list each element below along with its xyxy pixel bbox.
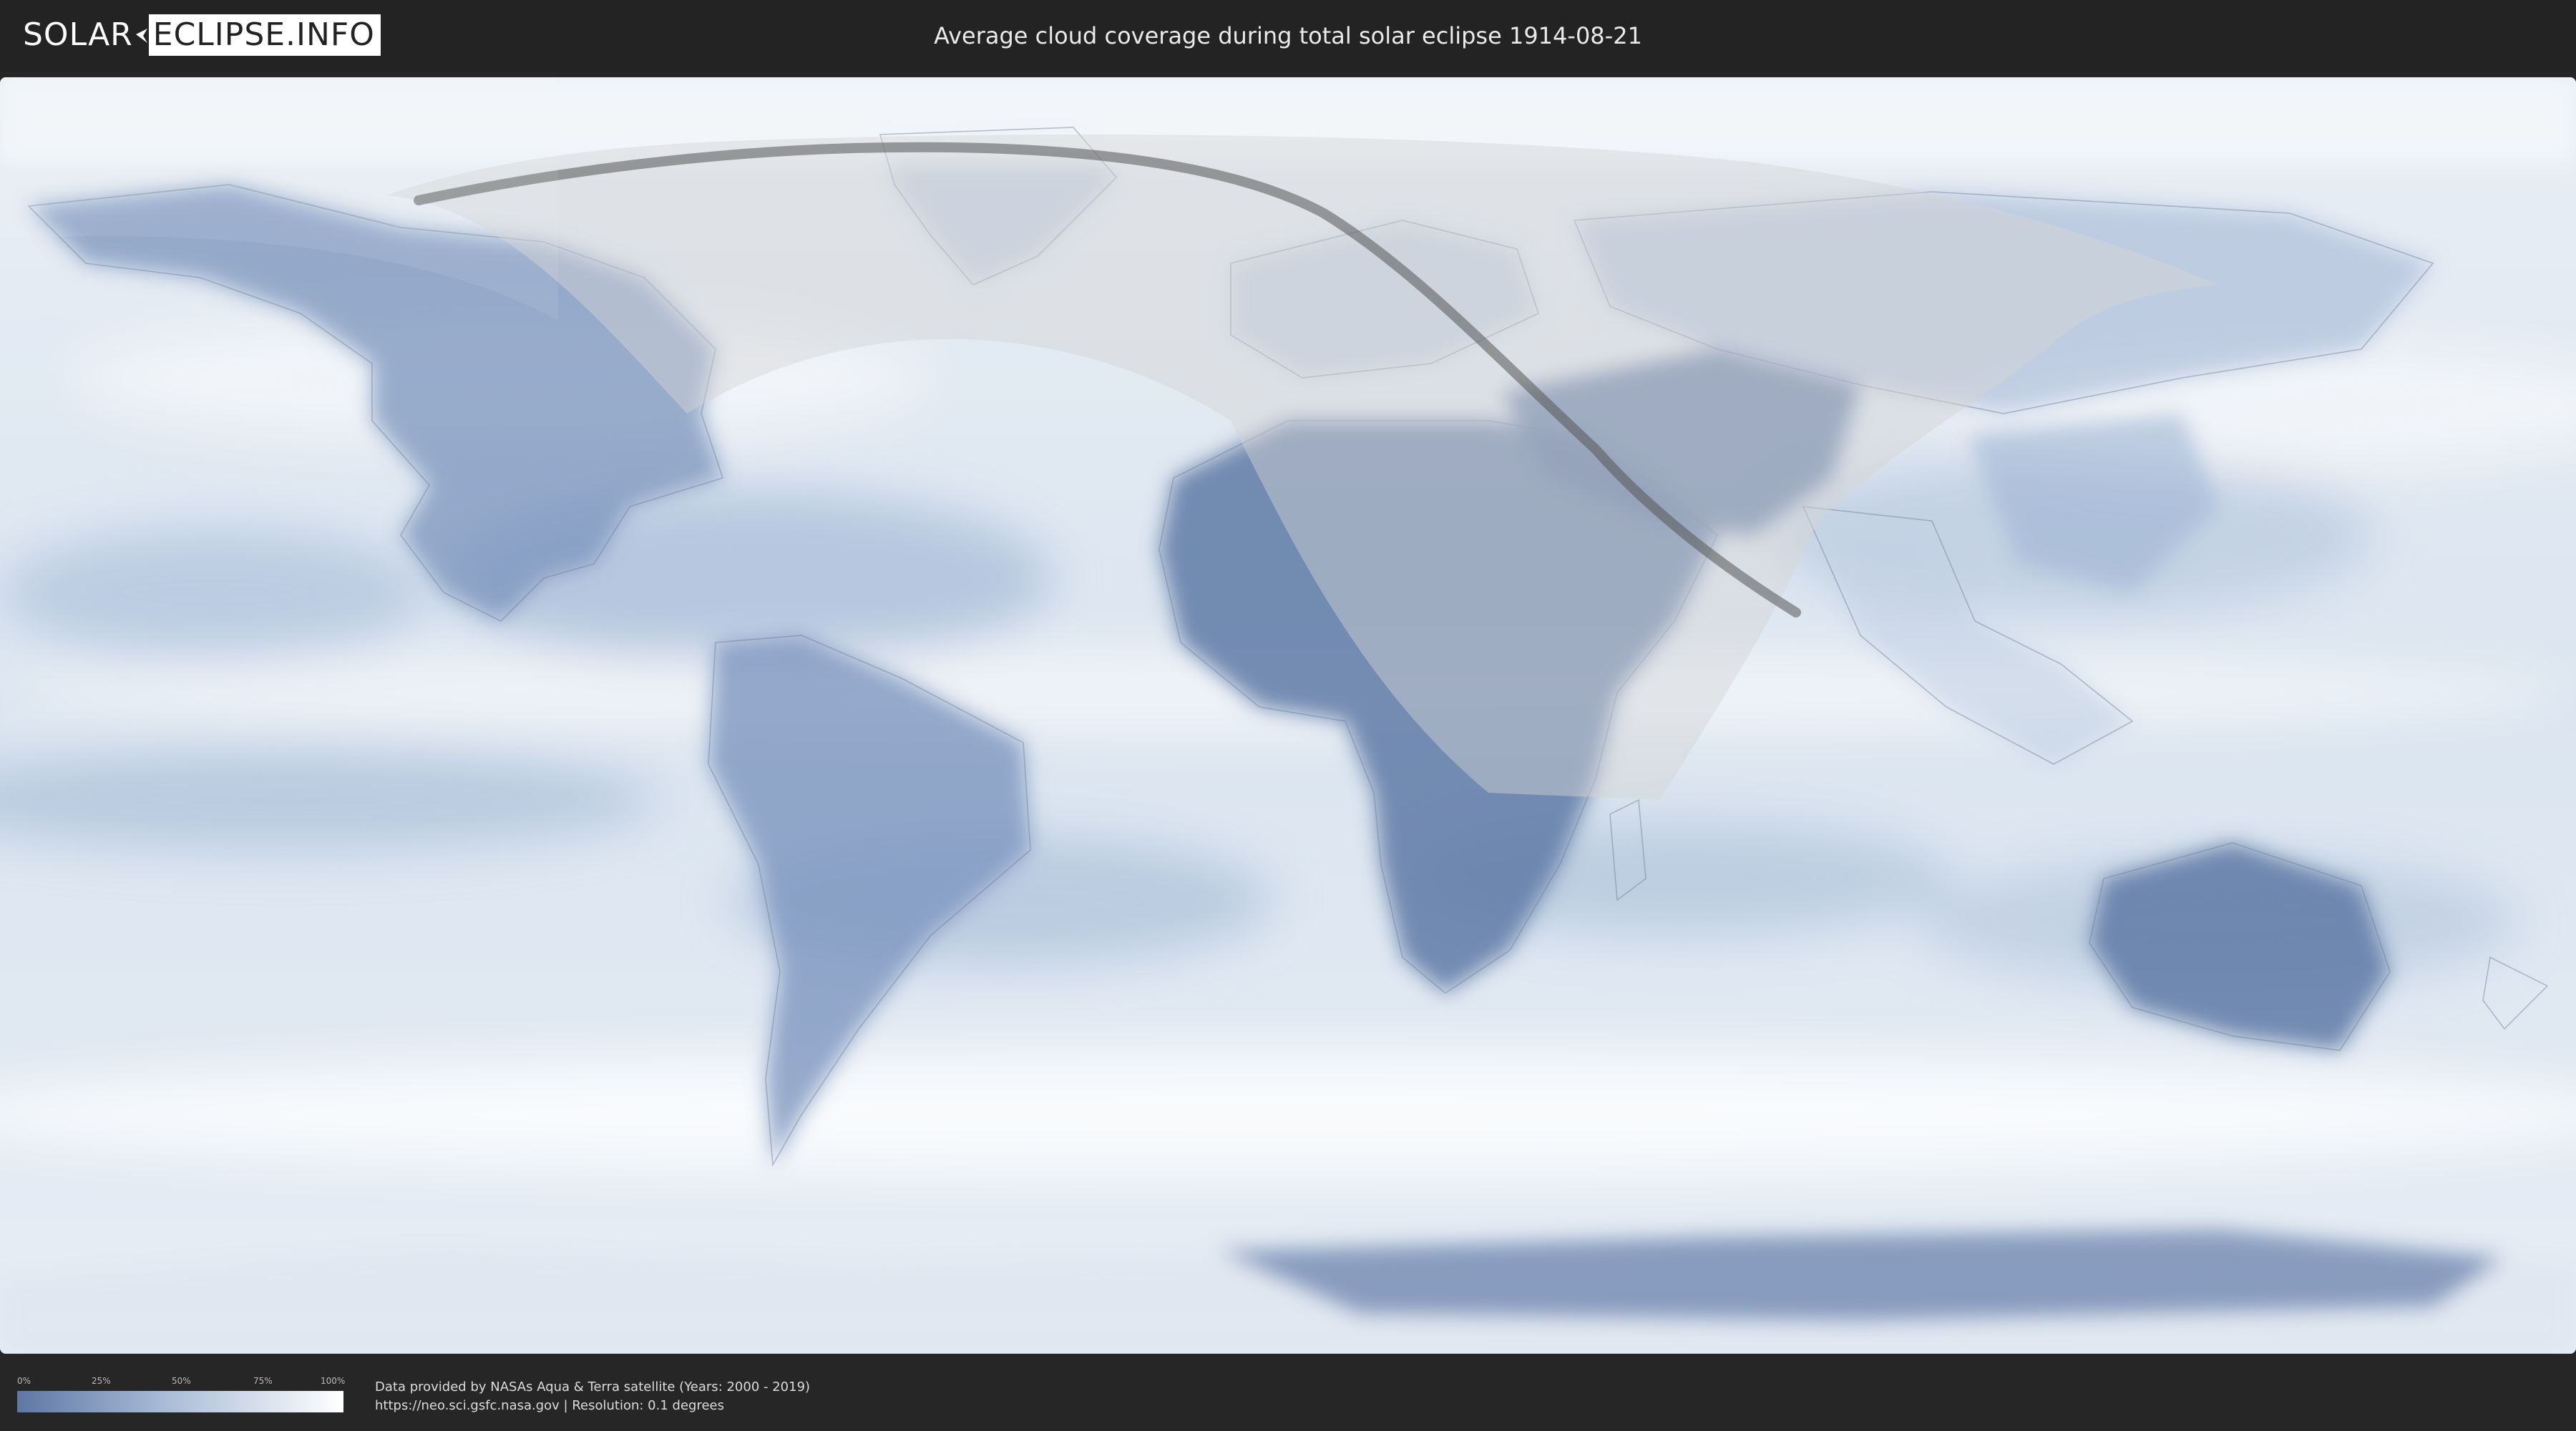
cloud-coverage-map[interactable]: [0, 77, 2576, 1354]
legend-tick-50: 50%: [172, 1376, 191, 1386]
page-title: Average cloud coverage during total sola…: [934, 22, 1642, 49]
cloud-coverage-legend: 0% 25% 50% 75% 100%: [17, 1375, 346, 1412]
legend-tick-0: 0%: [17, 1376, 31, 1386]
legend-ticks: 0% 25% 50% 75% 100%: [17, 1375, 346, 1388]
footer-bar: 0% 25% 50% 75% 100% Data provided by NAS…: [0, 1359, 2576, 1431]
legend-tick-75: 75%: [253, 1376, 273, 1386]
map-canvas: [0, 77, 2576, 1354]
header-bar: SOLAR ECLIPSE.INFO Average cloud coverag…: [0, 0, 2576, 72]
legend-gradient-bar: [17, 1391, 343, 1412]
legend-tick-100: 100%: [321, 1376, 346, 1386]
data-credits: Data provided by NASAs Aqua & Terra sate…: [375, 1378, 810, 1415]
source-line[interactable]: https://neo.sci.gsfc.nasa.gov | Resoluti…: [375, 1397, 810, 1415]
credit-line: Data provided by NASAs Aqua & Terra sate…: [375, 1379, 811, 1395]
legend-tick-25: 25%: [92, 1376, 111, 1386]
page: SOLAR ECLIPSE.INFO Average cloud coverag…: [0, 0, 2576, 1431]
